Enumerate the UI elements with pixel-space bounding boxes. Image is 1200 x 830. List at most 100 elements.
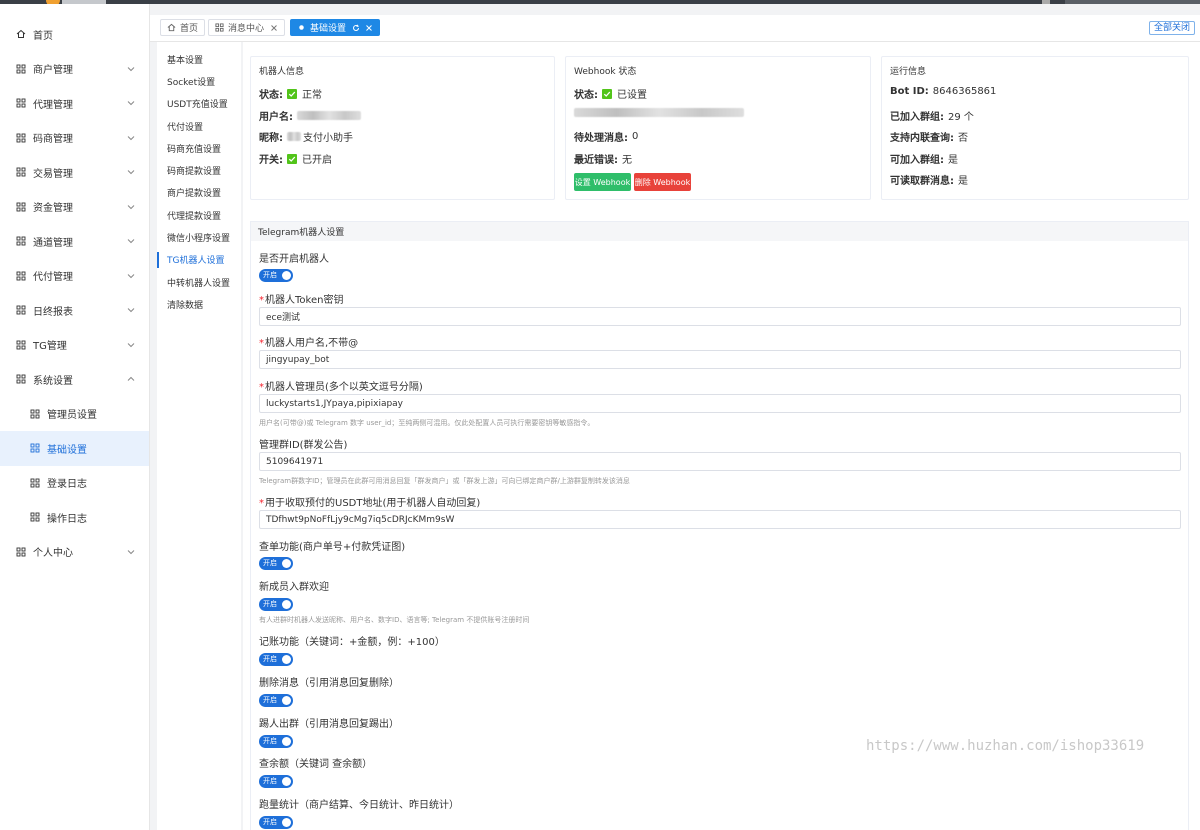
sidebar-item[interactable]: 交易管理 — [0, 155, 149, 190]
settings-submenu: 基本设置 Socket设置 USDT充值设置 代付设置 码商充值设置 码商提款设置 商户提款… — [157, 42, 241, 830]
tab-basic-settings[interactable]: 基础设置 — [290, 19, 381, 36]
chevron-down-icon — [127, 341, 135, 349]
sidebar-item-label: 交易管理 — [33, 168, 73, 180]
settings-submenu-item[interactable]: Socket设置 — [157, 70, 241, 92]
token-input[interactable]: ece测试 — [259, 307, 1181, 326]
tab-messages[interactable]: 消息中心 — [208, 19, 286, 36]
chevron-down-icon — [127, 237, 135, 245]
sidebar-item-label: 系统设置 — [33, 375, 73, 387]
groups-row: 已加入群组: 29 个 — [890, 108, 974, 123]
sidebar-item[interactable]: 操作日志 — [0, 500, 149, 535]
grid-icon — [16, 167, 26, 177]
sidebar-item[interactable]: 登录日志 — [0, 466, 149, 501]
settings-submenu-item[interactable]: 代付设置 — [157, 115, 241, 137]
grid-icon — [30, 478, 40, 488]
webhook-status-row: 状态: 已设置 — [574, 86, 647, 101]
chevron-down-icon — [127, 65, 135, 73]
sidebar-item[interactable]: 通道管理 — [0, 224, 149, 259]
webhook-pending-row: 待处理消息: 0 — [574, 131, 639, 144]
token-label: *机器人Token密钥 — [259, 295, 344, 306]
grid-icon — [16, 236, 26, 246]
section-title: Telegram机器人设置 — [251, 222, 1188, 241]
delete-message-toggle[interactable]: 开启 — [259, 694, 293, 707]
admin-group-input[interactable]: 5109641971 — [259, 452, 1181, 471]
settings-submenu-item[interactable]: 码商提款设置 — [157, 159, 241, 181]
settings-submenu-item[interactable]: 清除数据 — [157, 293, 241, 315]
main-content: 机器人信息 状态: 正常 用户名: 昵称: 支付小助手 开关: 已开启 Webh… — [243, 42, 1200, 830]
sidebar-item-label: 码商管理 — [33, 134, 73, 146]
redacted-webhook-url — [574, 108, 744, 117]
settings-submenu-item[interactable]: 代理提款设置 — [157, 204, 241, 226]
sidebar-item[interactable]: 码商管理 — [0, 121, 149, 156]
chevron-down-icon — [127, 548, 135, 556]
sidebar-item[interactable]: 管理员设置 — [0, 397, 149, 432]
sidebar-item[interactable]: 代付管理 — [0, 259, 149, 294]
sidebar-item-label: 商户管理 — [33, 65, 73, 77]
dot-icon — [297, 23, 306, 32]
settings-submenu-item[interactable]: TG机器人设置 — [157, 249, 241, 271]
bot-username-input[interactable]: jingyupay_bot — [259, 350, 1181, 369]
sidebar-item[interactable]: 首页 — [0, 17, 149, 52]
sidebar-item[interactable]: 系统设置 — [0, 362, 149, 397]
check-icon — [287, 153, 297, 164]
accounting-toggle[interactable]: 开启 — [259, 653, 293, 666]
kick-member-toggle[interactable]: 开启 — [259, 735, 293, 748]
webhook-error-value: 无 — [622, 155, 632, 166]
settings-submenu-item[interactable]: 中转机器人设置 — [157, 271, 241, 293]
close-icon[interactable] — [365, 24, 373, 32]
set-webhook-button[interactable]: 设置 Webhook — [574, 173, 631, 191]
webhook-error-row: 最近错误: 无 — [574, 151, 632, 166]
sidebar-item-label: 代付管理 — [33, 272, 73, 284]
bot-id-value: 8646365861 — [932, 86, 997, 97]
balance-query-toggle[interactable]: 开启 — [259, 775, 293, 788]
close-icon[interactable] — [270, 24, 278, 32]
inline-query-value: 否 — [958, 133, 968, 144]
welcome-toggle[interactable]: 开启 — [259, 598, 293, 611]
admins-input[interactable]: luckystarts1,JYpaya,pipixiapay — [259, 394, 1181, 413]
bot-nickname-row: 昵称: 支付小助手 — [259, 129, 353, 144]
settings-submenu-item[interactable]: 商户提款设置 — [157, 182, 241, 204]
sidebar-item[interactable]: TG管理 — [0, 328, 149, 363]
close-all-button[interactable]: 全部关闭 — [1148, 21, 1195, 35]
sidebar-item-label: 登录日志 — [47, 479, 87, 491]
welcome-label: 新成员入群欢迎 — [259, 582, 329, 593]
bot-username-row: 用户名: — [259, 108, 361, 123]
enable-bot-toggle[interactable]: 开启 — [259, 269, 293, 282]
tab-basic-label: 基础设置 — [310, 24, 347, 34]
sidebar-item[interactable]: 日终报表 — [0, 293, 149, 328]
tab-home[interactable]: 首页 — [160, 19, 206, 36]
grid-icon — [16, 133, 26, 143]
admin-group-hint: Telegram群数字ID；管理员在此群可用消息回复「群发商户」或「群发上游」可… — [259, 477, 630, 485]
groups-value: 29 个 — [948, 112, 974, 123]
refresh-icon[interactable] — [352, 24, 360, 32]
chevron-down-icon — [127, 272, 135, 280]
settings-submenu-item[interactable]: 基本设置 — [157, 48, 241, 70]
home-icon — [16, 29, 26, 39]
sidebar-item[interactable]: 个人中心 — [0, 535, 149, 570]
chevron-up-icon — [127, 375, 135, 383]
sidebar-item[interactable]: 基础设置 — [0, 431, 149, 466]
sidebar-item[interactable]: 资金管理 — [0, 190, 149, 225]
redacted-username — [297, 111, 361, 120]
sidebar-item[interactable]: 代理管理 — [0, 86, 149, 121]
sidebar-item-label: 管理员设置 — [47, 410, 97, 422]
bot-status-row: 状态: 正常 — [259, 86, 322, 101]
can-join-row: 可加入群组: 是 — [890, 151, 958, 166]
sidebar-item-label: 代理管理 — [33, 99, 73, 111]
chevron-down-icon — [127, 99, 135, 107]
accounting-label: 记账功能（关键词：+金额，例：+100） — [259, 637, 445, 648]
delete-webhook-button[interactable]: 删除 Webhook — [634, 173, 691, 191]
usdt-address-input[interactable]: TDfhwt9pNoFfLjy9cMg7iq5cDRJcKMm9sW — [259, 510, 1181, 529]
query-order-label: 查单功能(商户单号+付款凭证图) — [259, 542, 406, 553]
settings-submenu-item[interactable]: USDT充值设置 — [157, 93, 241, 115]
welcome-hint: 有人进群时机器人发送昵称、用户名、数字ID、语言等; Telegram 不提供账… — [259, 616, 530, 624]
sidebar-item-label: 资金管理 — [33, 203, 73, 215]
grid-icon — [30, 443, 40, 453]
volume-stats-toggle[interactable]: 开启 — [259, 816, 293, 829]
grid-icon — [30, 409, 40, 419]
settings-submenu-item[interactable]: 微信小程序设置 — [157, 226, 241, 248]
query-order-toggle[interactable]: 开启 — [259, 557, 293, 570]
sidebar-item[interactable]: 商户管理 — [0, 52, 149, 87]
settings-submenu-item[interactable]: 码商充值设置 — [157, 137, 241, 159]
sidebar-item-label: 首页 — [33, 30, 53, 42]
